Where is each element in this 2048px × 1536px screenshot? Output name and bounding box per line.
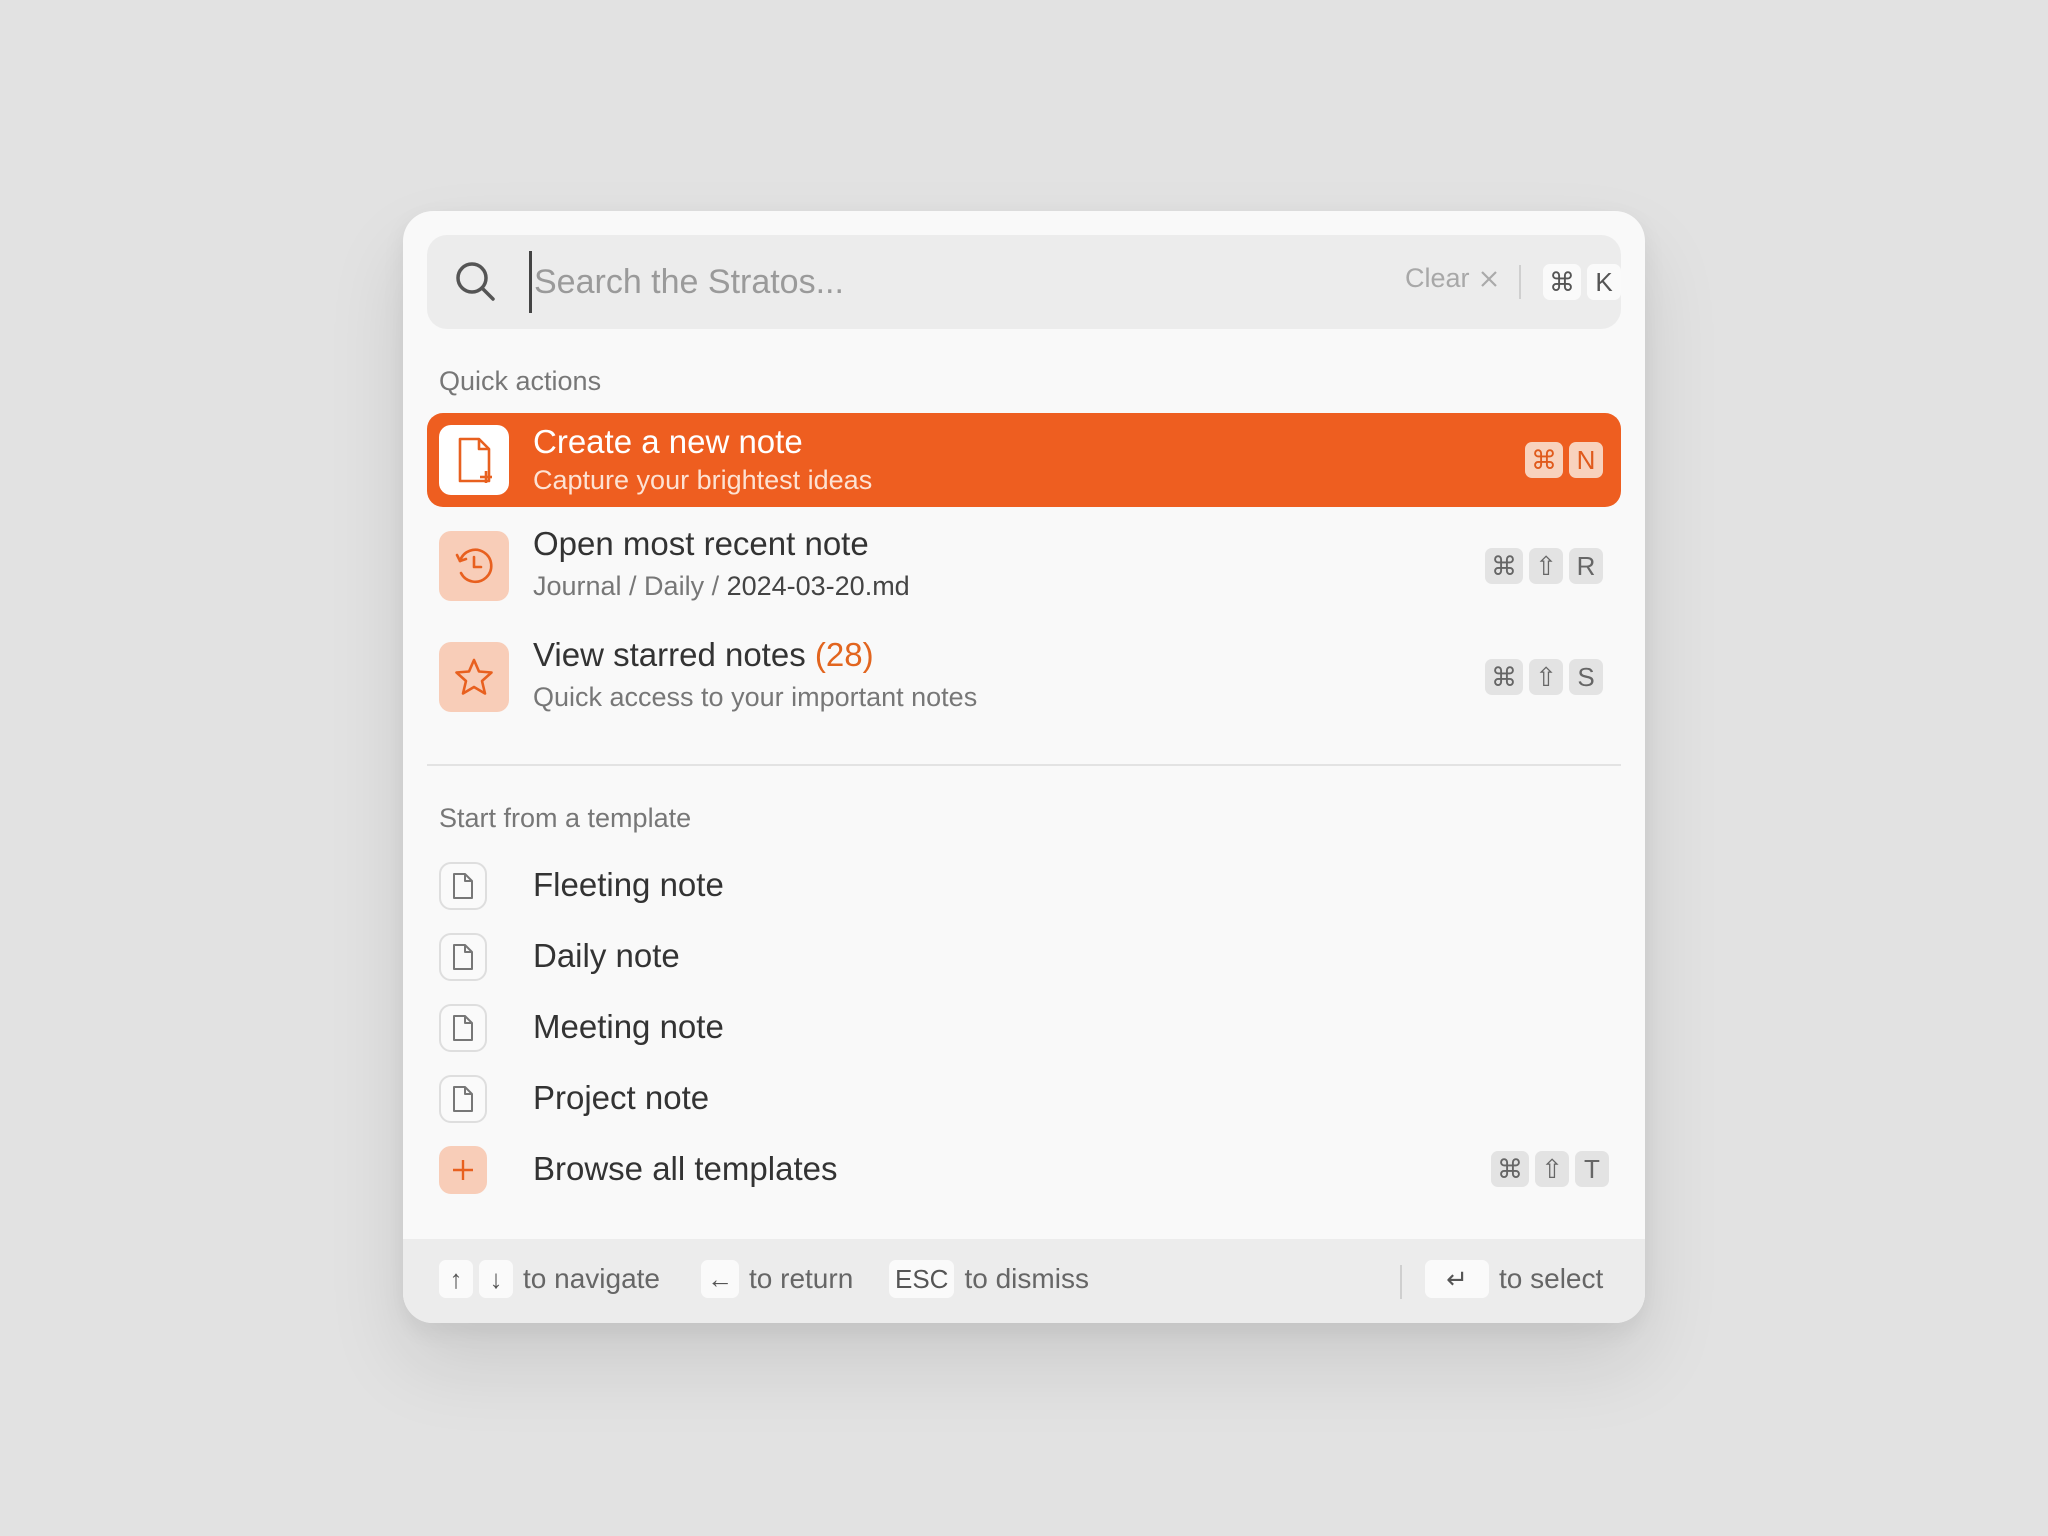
command-key: ⌘ bbox=[1485, 659, 1523, 695]
file-icon bbox=[439, 862, 487, 910]
s-key: S bbox=[1569, 659, 1603, 695]
shortcut-keys: ⌘ ⇧ R bbox=[1485, 548, 1603, 584]
search-bar: Clear ⌘ K bbox=[427, 235, 1621, 329]
action-subtitle: Quick access to your important notes bbox=[533, 682, 978, 712]
file-icon bbox=[439, 1004, 487, 1052]
action-title: View starred notes (28) bbox=[533, 636, 874, 674]
command-key: ⌘ bbox=[1485, 548, 1523, 584]
action-title: Create a new note bbox=[533, 423, 803, 460]
arrow-up-key: ↑ bbox=[439, 1260, 473, 1298]
star-icon bbox=[439, 642, 509, 712]
k-key: K bbox=[1587, 264, 1621, 300]
arrow-down-key: ↓ bbox=[479, 1260, 513, 1298]
command-key: ⌘ bbox=[1491, 1151, 1529, 1187]
hint-dismiss: ESC to dismiss bbox=[889, 1260, 1089, 1298]
action-open-recent[interactable]: Open most recent note Journal / Daily / … bbox=[427, 519, 1621, 613]
template-label: Fleeting note bbox=[533, 866, 724, 903]
navigate-label: to navigate bbox=[523, 1263, 660, 1294]
file-icon bbox=[439, 933, 487, 981]
hint-navigate: ↑ ↓ to navigate bbox=[439, 1260, 660, 1298]
footer-hints: ↑ ↓ to navigate ← to return ESC to dismi… bbox=[403, 1239, 1645, 1323]
esc-key: ESC bbox=[889, 1260, 955, 1298]
template-label: Meeting note bbox=[533, 1008, 724, 1045]
command-key: ⌘ bbox=[1543, 264, 1581, 300]
plus-icon bbox=[439, 1146, 487, 1194]
starred-count: (28) bbox=[814, 636, 874, 673]
n-key: N bbox=[1569, 442, 1603, 478]
clear-button[interactable]: Clear bbox=[1405, 263, 1500, 294]
search-icon bbox=[456, 262, 495, 301]
shift-key: ⇧ bbox=[1529, 548, 1563, 584]
section-divider bbox=[427, 764, 1621, 766]
clear-label: Clear bbox=[1405, 263, 1470, 293]
file-icon bbox=[439, 1075, 487, 1123]
command-palette: Clear ⌘ K Quick actions Create a new not… bbox=[403, 211, 1645, 1323]
arrow-left-key: ← bbox=[701, 1260, 739, 1298]
enter-key: ↵ bbox=[1425, 1260, 1489, 1298]
return-label: to return bbox=[749, 1263, 854, 1294]
shortcut-keys: ⌘ ⇧ T bbox=[1491, 1151, 1609, 1187]
action-subtitle: Capture your brightest ideas bbox=[533, 465, 873, 495]
history-icon bbox=[439, 531, 509, 601]
shift-key: ⇧ bbox=[1535, 1151, 1569, 1187]
divider bbox=[1519, 265, 1521, 299]
starred-title: View starred notes bbox=[533, 636, 806, 673]
divider bbox=[1400, 1265, 1402, 1299]
new-file-icon bbox=[439, 425, 509, 495]
shortcut-keys: ⌘ ⇧ S bbox=[1485, 659, 1603, 695]
action-title: Open most recent note bbox=[533, 525, 869, 562]
action-create-note[interactable]: Create a new note Capture your brightest… bbox=[427, 413, 1621, 507]
section-label-templates: Start from a template bbox=[439, 803, 692, 833]
section-label-quick-actions: Quick actions bbox=[439, 366, 602, 396]
r-key: R bbox=[1569, 548, 1603, 584]
template-label: Daily note bbox=[533, 937, 680, 974]
select-label: to select bbox=[1499, 1263, 1604, 1294]
browse-label: Browse all templates bbox=[533, 1150, 838, 1187]
path-prefix: Journal / Daily / bbox=[533, 571, 727, 601]
shift-key: ⇧ bbox=[1529, 659, 1563, 695]
close-icon bbox=[1480, 270, 1497, 287]
search-shortcut: ⌘ K bbox=[1543, 264, 1621, 300]
template-label: Project note bbox=[533, 1079, 710, 1116]
path-file: 2024-03-20.md bbox=[726, 571, 910, 601]
shortcut-keys: ⌘ N bbox=[1525, 442, 1603, 478]
hint-select: ↵ to select bbox=[1425, 1260, 1603, 1298]
hint-return: ← to return bbox=[701, 1260, 853, 1298]
action-view-starred[interactable]: View starred notes (28) Quick access to … bbox=[427, 630, 1621, 724]
t-key: T bbox=[1575, 1151, 1609, 1187]
action-path: Journal / Daily / 2024-03-20.md bbox=[533, 571, 910, 602]
search-input[interactable] bbox=[529, 251, 1329, 313]
command-key: ⌘ bbox=[1525, 442, 1563, 478]
dismiss-label: to dismiss bbox=[964, 1263, 1089, 1294]
